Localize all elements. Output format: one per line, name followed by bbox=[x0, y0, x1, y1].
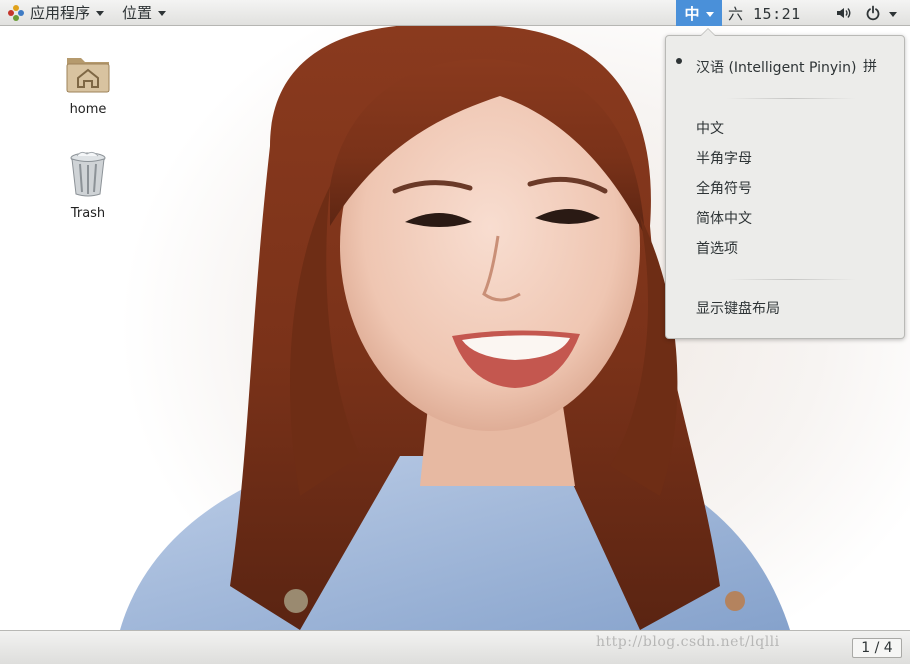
menu-item-label: 首选项 bbox=[696, 241, 738, 257]
engine-indicator: 拼 bbox=[863, 59, 877, 75]
clock[interactable]: 六 15:21 bbox=[728, 0, 801, 26]
top-bar: 应用程序 位置 中 六 15:21 bbox=[0, 0, 910, 26]
desktop-icon-label: home bbox=[69, 102, 107, 117]
places-menu[interactable]: 位置 bbox=[116, 0, 172, 26]
menu-item-show-keyboard-layout[interactable]: 显示键盘布局 bbox=[696, 298, 780, 320]
desktop-icon-label: Trash bbox=[70, 206, 106, 221]
menu-item-label: 中文 bbox=[696, 121, 724, 137]
power-icon bbox=[866, 5, 880, 21]
home-folder-icon bbox=[66, 58, 110, 93]
menu-item-label: 全角符号 bbox=[696, 181, 752, 197]
gnome-foot-icon bbox=[8, 4, 24, 21]
menu-separator bbox=[726, 98, 856, 99]
menu-item-preferences[interactable]: 首选项 bbox=[696, 238, 738, 260]
chevron-down-icon bbox=[158, 11, 167, 16]
volume-icon bbox=[837, 8, 851, 18]
watermark-text: http://blog.csdn.net/lqlli bbox=[596, 634, 780, 650]
input-method-indicator[interactable]: 中 bbox=[676, 0, 722, 26]
menu-item-label: 显示键盘布局 bbox=[696, 301, 780, 317]
engine-label: 汉语 (Intelligent Pinyin) bbox=[696, 60, 857, 76]
menu-item-simplified-chinese[interactable]: 简体中文 bbox=[696, 208, 752, 230]
menu-item-full-width-punctuation[interactable]: 全角符号 bbox=[696, 178, 752, 200]
input-method-menu: 汉语 (Intelligent Pinyin) 拼 中文 半角字母 全角符号 简… bbox=[665, 28, 905, 339]
menu-item-active-engine[interactable]: 汉语 (Intelligent Pinyin) bbox=[696, 57, 856, 79]
workspace-label: 1 / 4 bbox=[861, 640, 893, 656]
menu-item-label: 简体中文 bbox=[696, 211, 752, 227]
system-status-menu[interactable] bbox=[836, 0, 897, 26]
chevron-down-icon bbox=[96, 11, 105, 16]
workspace-indicator[interactable]: 1 / 4 bbox=[852, 638, 902, 658]
chevron-down-icon bbox=[889, 11, 897, 17]
trash-icon bbox=[70, 151, 106, 197]
desktop-icon-home[interactable]: home bbox=[48, 50, 128, 117]
clock-label: 六 15:21 bbox=[728, 4, 801, 23]
chevron-down-icon bbox=[705, 11, 714, 17]
menu-separator bbox=[726, 279, 856, 280]
places-label: 位置 bbox=[122, 4, 153, 22]
menu-item-chinese[interactable]: 中文 bbox=[696, 118, 724, 140]
desktop-icon-trash[interactable]: Trash bbox=[48, 150, 128, 221]
menu-item-half-width-letters[interactable]: 半角字母 bbox=[696, 148, 752, 170]
radio-bullet-icon bbox=[676, 58, 682, 64]
applications-menu[interactable]: 应用程序 bbox=[2, 0, 110, 26]
applications-label: 应用程序 bbox=[30, 4, 91, 22]
menu-item-label: 半角字母 bbox=[696, 151, 752, 167]
input-method-label: 中 bbox=[684, 4, 700, 23]
